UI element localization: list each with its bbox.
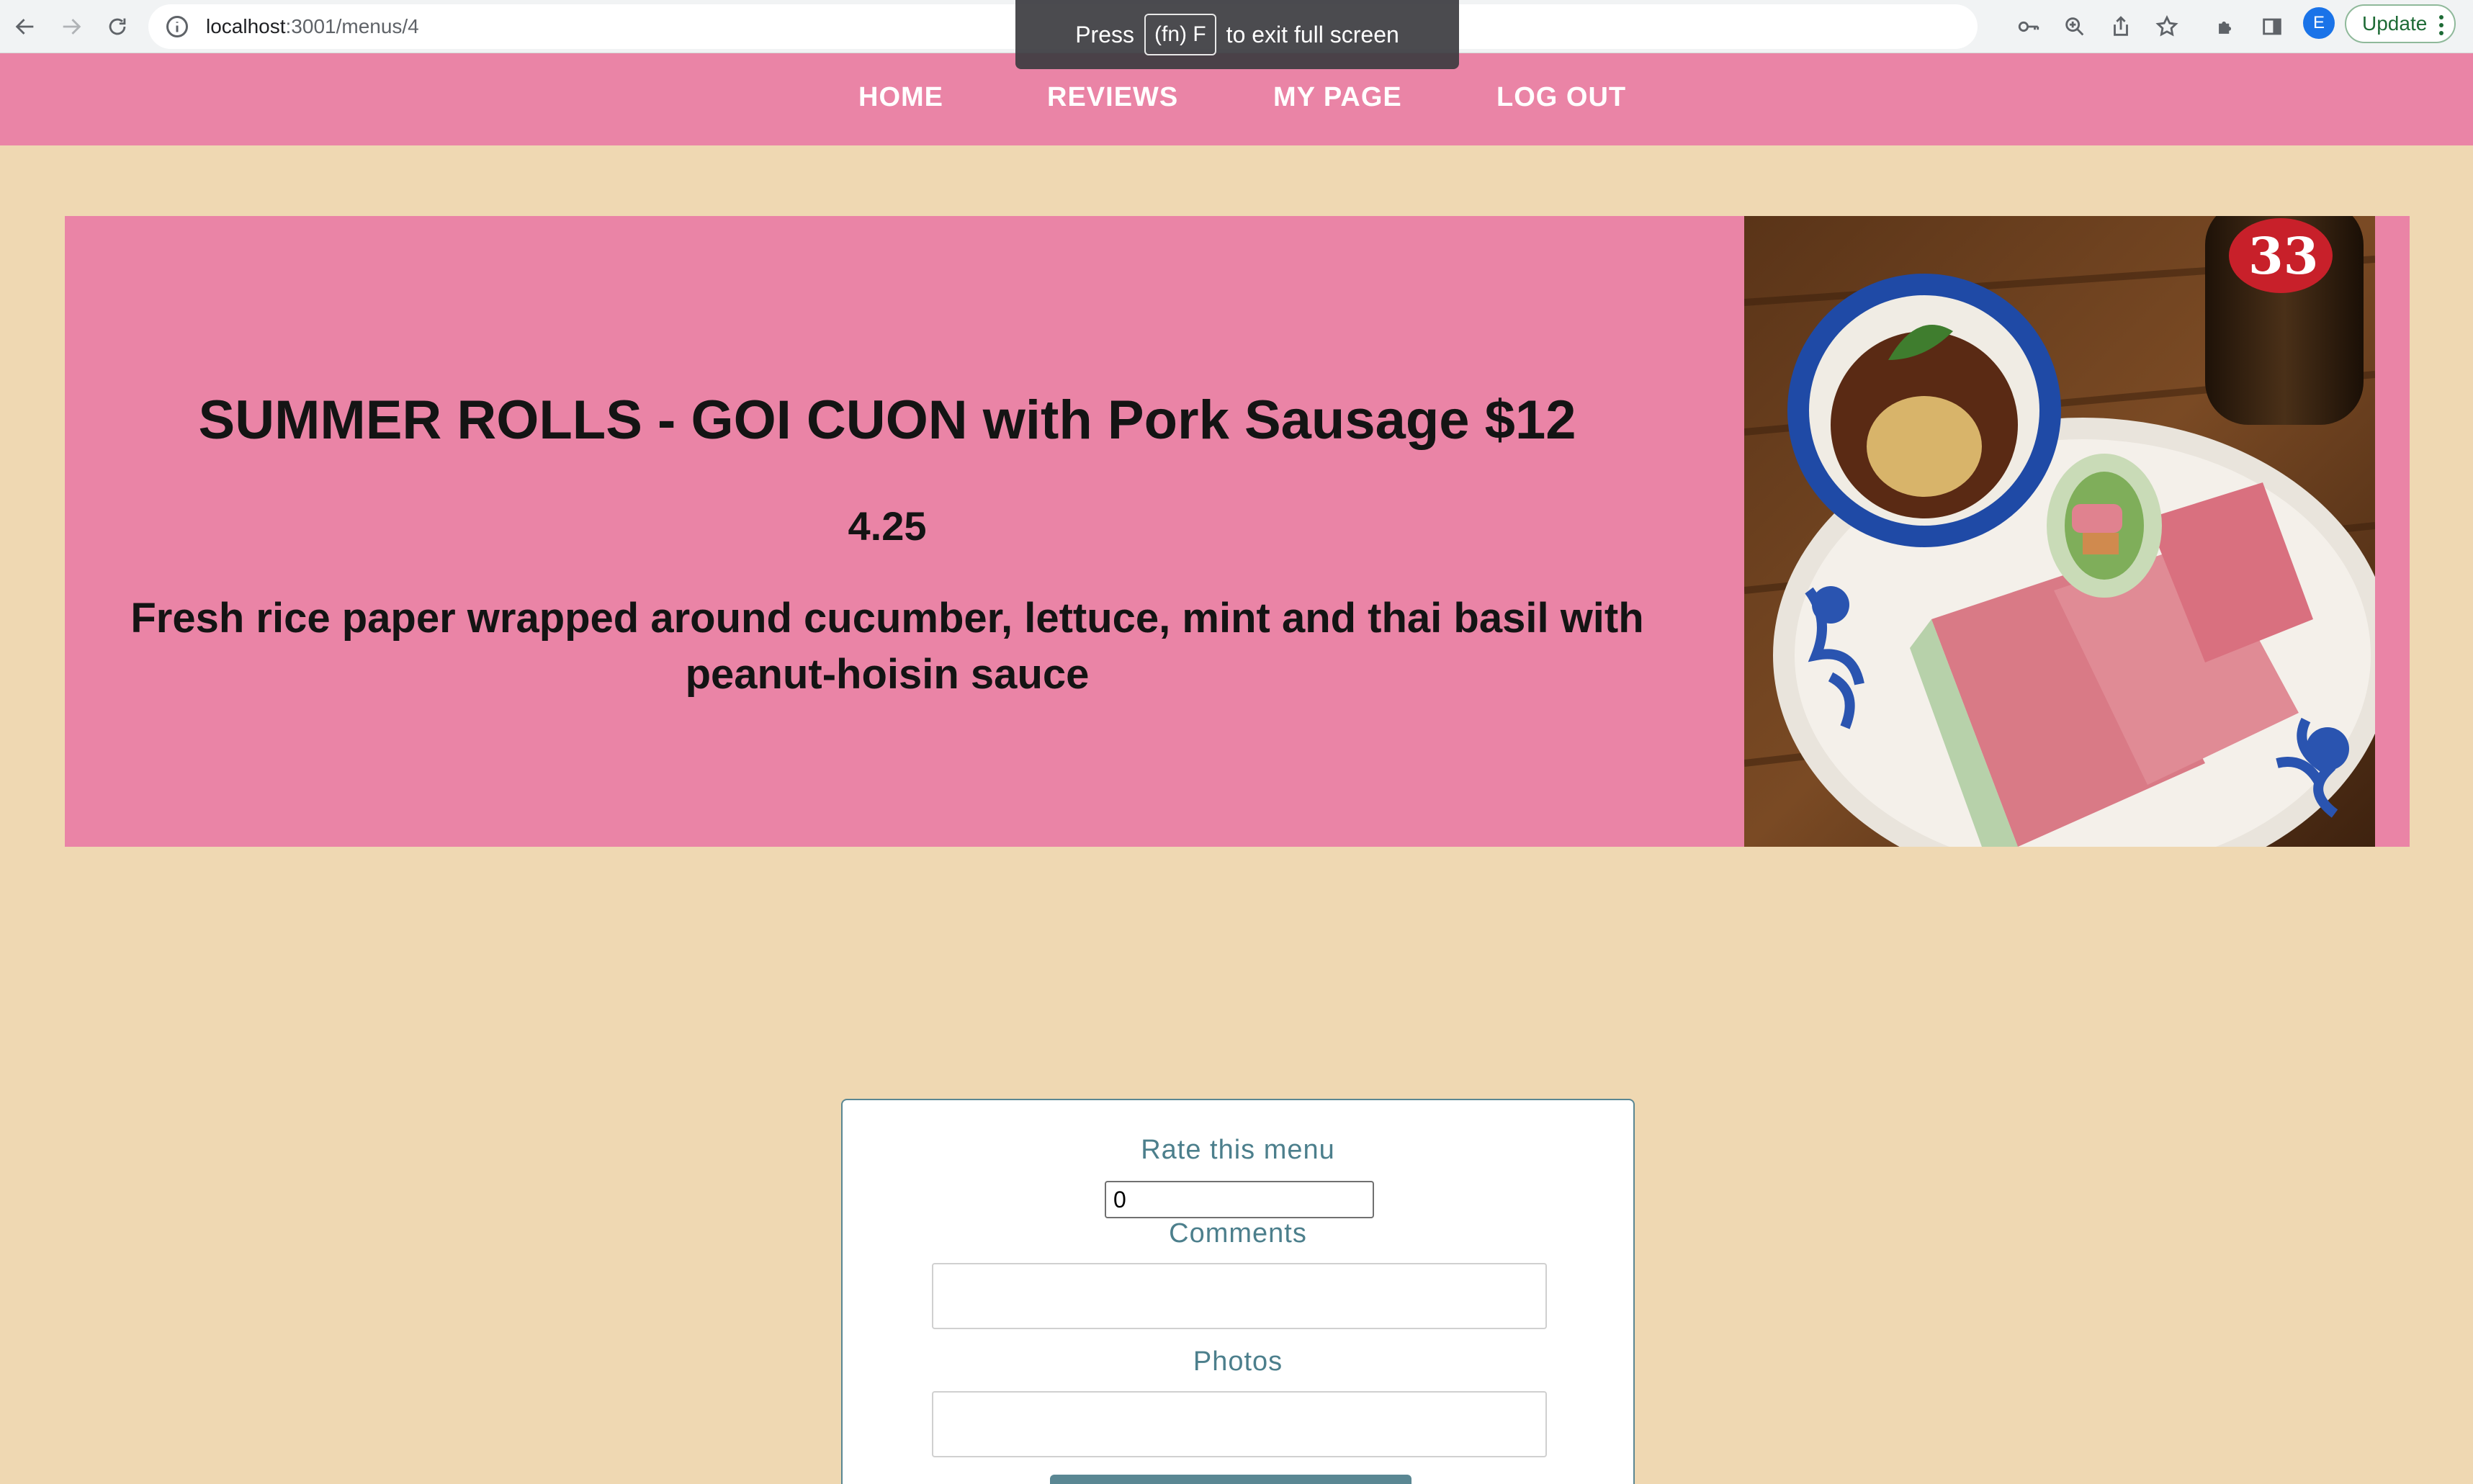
fullscreen-toast: Press (fn) F to exit full screen [1015, 0, 1459, 69]
menu-item-photo: 33 [1744, 216, 2375, 847]
share-icon[interactable] [2101, 7, 2140, 46]
toast-press: Press [1075, 21, 1134, 48]
comments-label: Comments [1169, 1218, 1307, 1249]
back-icon[interactable] [6, 7, 45, 46]
rate-label: Rate this menu [1141, 1135, 1335, 1165]
url-text[interactable]: localhost:3001/menus/4 [206, 15, 419, 38]
nav-log-out[interactable]: LOG OUT [1496, 82, 1626, 113]
avatar[interactable]: E [2303, 7, 2335, 39]
menu-item-title: SUMMER ROLLS - GOI CUON with Pork Sausag… [198, 390, 1576, 451]
url-host: localhost [206, 15, 286, 37]
nav-my-page[interactable]: MY PAGE [1273, 82, 1402, 113]
star-icon[interactable] [2147, 7, 2186, 46]
zoom-icon[interactable] [2055, 7, 2094, 46]
nav-reviews[interactable]: REVIEWS [1047, 82, 1178, 113]
menu-item-details: SUMMER ROLLS - GOI CUON with Pork Sausag… [65, 216, 1710, 847]
forward-icon[interactable] [52, 7, 91, 46]
extensions-icon[interactable] [2207, 7, 2245, 46]
photos-label: Photos [1193, 1346, 1283, 1377]
photos-input[interactable] [932, 1391, 1547, 1457]
more-icon[interactable] [2438, 14, 2444, 36]
key-icon[interactable] [2009, 7, 2048, 46]
info-icon[interactable] [164, 14, 190, 40]
comments-input[interactable] [932, 1263, 1547, 1329]
url-path: :3001/menus/4 [285, 15, 419, 37]
rating-input[interactable] [1105, 1181, 1374, 1218]
update-label: Update [2362, 12, 2428, 35]
avatar-initial: E [2312, 13, 2325, 32]
submit-button[interactable] [1050, 1475, 1411, 1484]
toast-suffix: to exit full screen [1226, 21, 1399, 48]
menu-item-card: SUMMER ROLLS - GOI CUON with Pork Sausag… [65, 216, 2410, 847]
toast-key: (fn) F [1144, 14, 1216, 55]
reload-icon[interactable] [98, 7, 137, 46]
menu-item-description: Fresh rice paper wrapped around cucumber… [130, 595, 1644, 698]
update-button[interactable]: Update [2345, 4, 2456, 43]
menu-item-rating: 4.25 [848, 503, 927, 549]
svg-text:33: 33 [2248, 226, 2318, 286]
nav-home[interactable]: HOME [858, 82, 943, 113]
sidepanel-icon[interactable] [2253, 7, 2292, 46]
review-form: Rate this menu Comments Photos [841, 1099, 1635, 1484]
